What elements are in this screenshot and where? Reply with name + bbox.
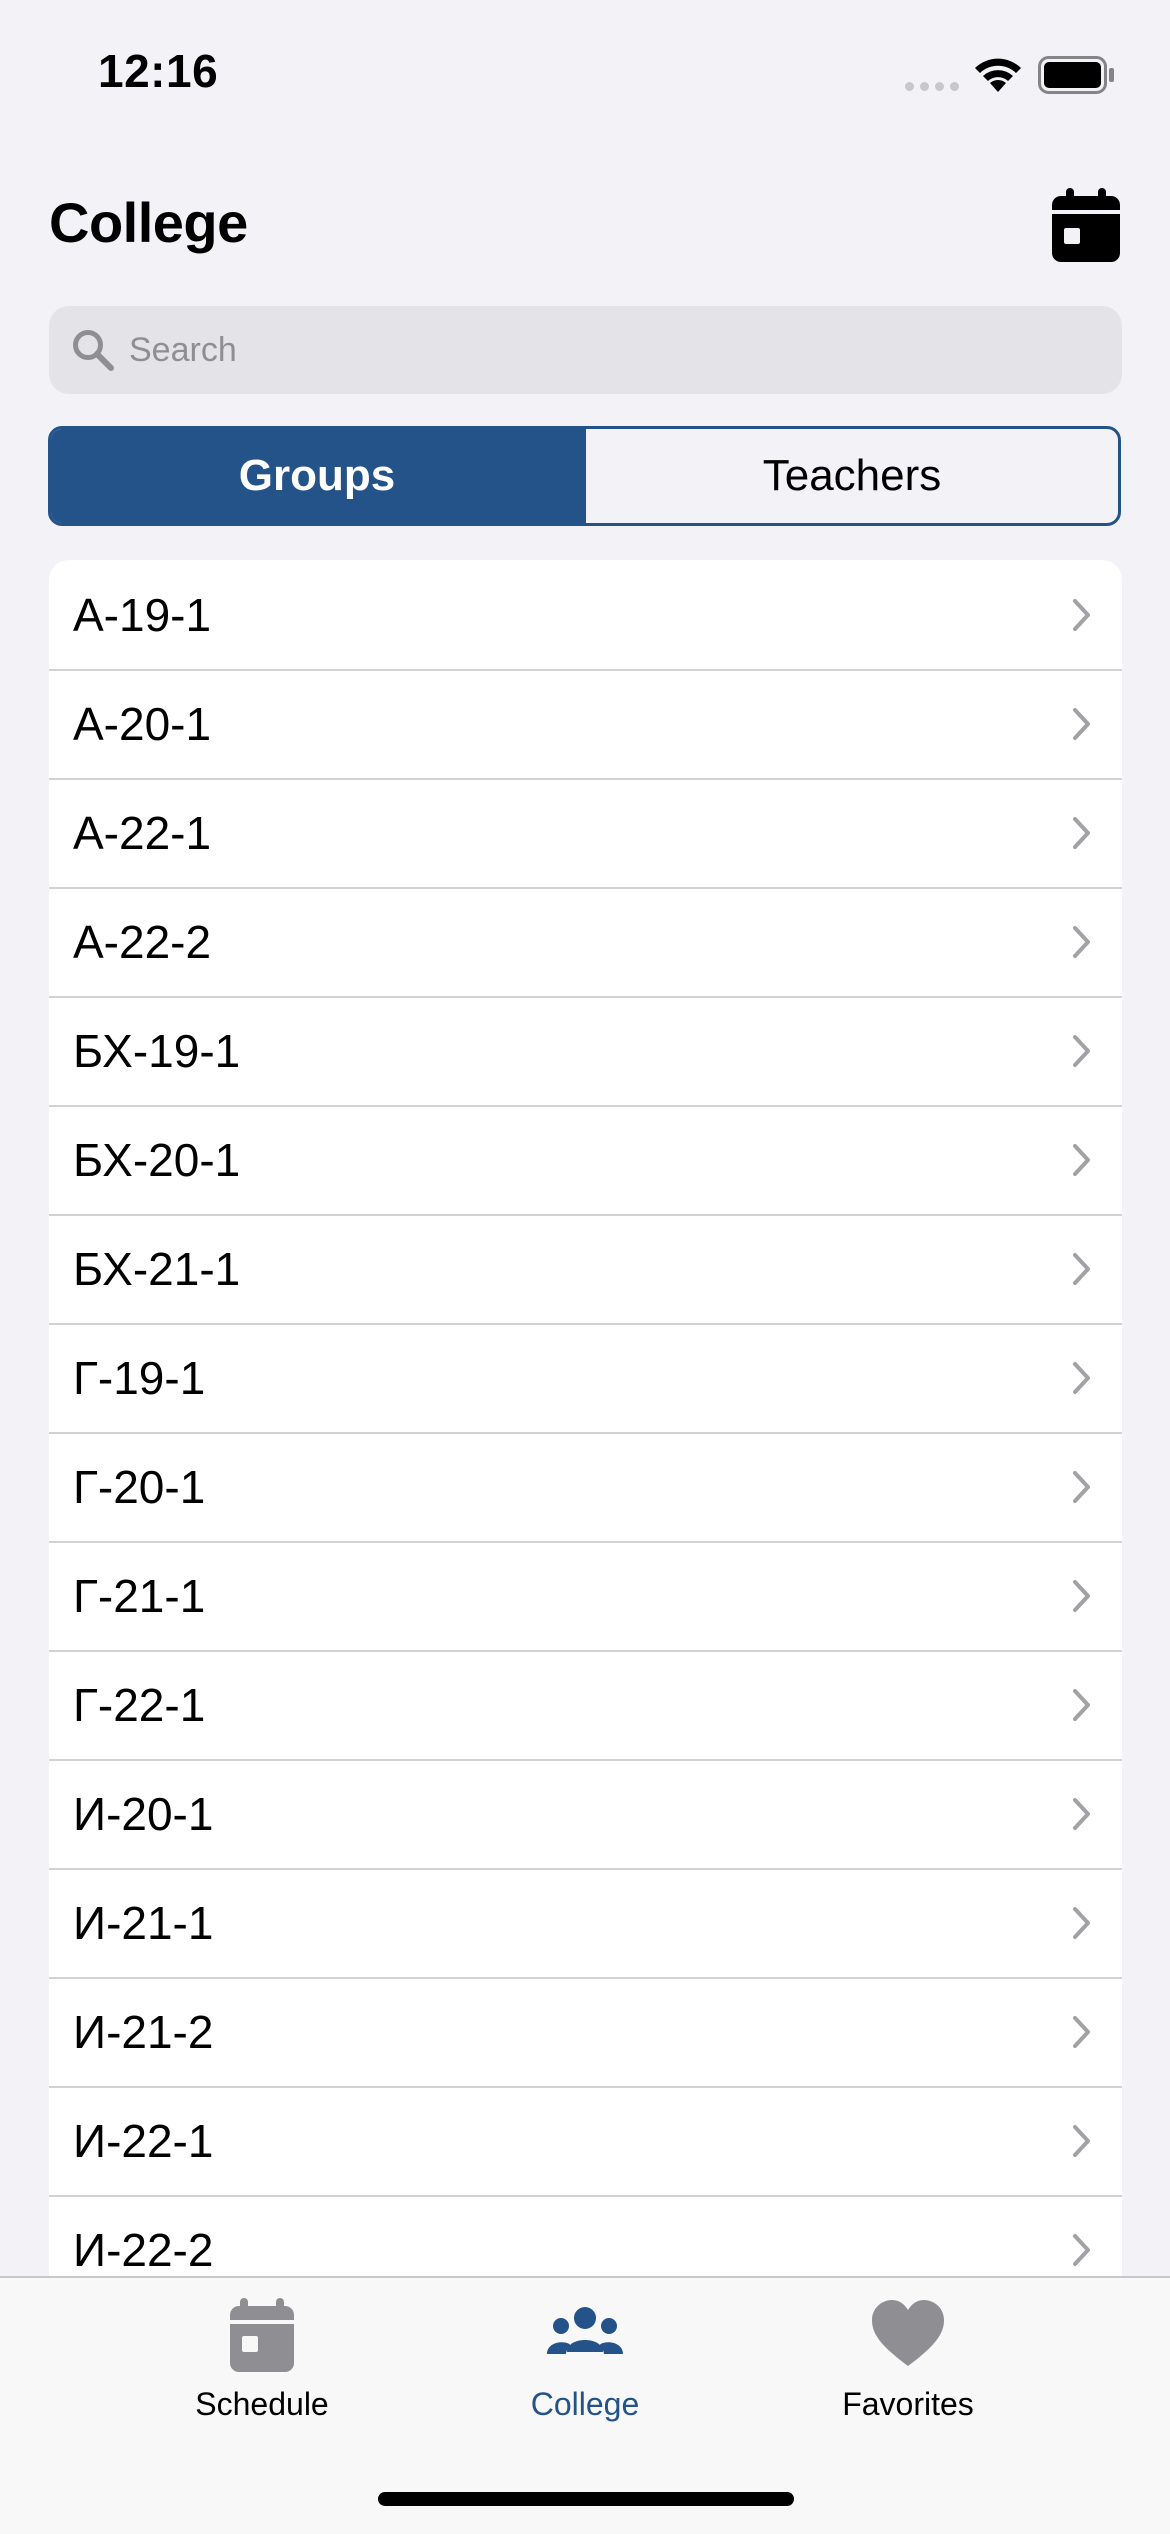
search-icon — [73, 330, 114, 371]
heart-icon — [872, 2300, 944, 2366]
chevron-right-icon — [1073, 2016, 1090, 2048]
group-name: А-19-1 — [73, 588, 212, 641]
list-item[interactable]: А-20-1 — [49, 669, 1122, 778]
calendar-tab-icon — [230, 2298, 294, 2372]
chevron-right-icon — [1073, 708, 1090, 740]
segment-teachers[interactable]: Teachers — [583, 429, 1118, 523]
chevron-right-icon — [1073, 2125, 1090, 2157]
chevron-right-icon — [1073, 1471, 1090, 1503]
chevron-right-icon — [1073, 1362, 1090, 1394]
list-item[interactable]: Г-22-1 — [49, 1650, 1122, 1759]
list-item[interactable]: Г-20-1 — [49, 1432, 1122, 1541]
calendar-button[interactable] — [1052, 188, 1120, 262]
group-name: Г-20-1 — [73, 1460, 206, 1513]
group-name: БХ-20-1 — [73, 1133, 241, 1186]
calendar-icon — [1052, 188, 1120, 262]
list-item[interactable]: И-22-1 — [49, 2086, 1122, 2195]
group-name: БХ-19-1 — [73, 1024, 241, 1077]
list-item[interactable]: И-20-1 — [49, 1759, 1122, 1868]
chevron-right-icon — [1073, 817, 1090, 849]
group-name: И-21-1 — [73, 1896, 214, 1949]
list-item[interactable]: БХ-19-1 — [49, 996, 1122, 1105]
search-bar[interactable] — [49, 306, 1122, 394]
list-item[interactable]: И-21-1 — [49, 1868, 1122, 1977]
chevron-right-icon — [1073, 1907, 1090, 1939]
search-input[interactable] — [129, 306, 1089, 394]
list-item[interactable]: БХ-21-1 — [49, 1214, 1122, 1323]
group-name: И-22-1 — [73, 2114, 214, 2167]
list-item[interactable]: Г-19-1 — [49, 1323, 1122, 1432]
chevron-right-icon — [1073, 1035, 1090, 1067]
battery-icon — [1038, 56, 1114, 94]
page-title: College — [49, 191, 248, 254]
list-item[interactable]: Г-21-1 — [49, 1541, 1122, 1650]
tab-favorites[interactable]: Favorites — [713, 2278, 1103, 2428]
people-group-icon — [547, 2307, 623, 2354]
group-name: БХ-21-1 — [73, 1242, 241, 1295]
group-name: И-22-2 — [73, 2223, 214, 2276]
chevron-right-icon — [1073, 926, 1090, 958]
chevron-right-icon — [1073, 1253, 1090, 1285]
list-item[interactable]: А-19-1 — [49, 560, 1122, 669]
group-name: И-21-2 — [73, 2005, 214, 2058]
segment-groups[interactable]: Groups — [51, 429, 583, 523]
wifi-icon — [975, 58, 1021, 92]
group-name: Г-21-1 — [73, 1569, 206, 1622]
chevron-right-icon — [1073, 1798, 1090, 1830]
list-item[interactable]: А-22-1 — [49, 778, 1122, 887]
chevron-right-icon — [1073, 599, 1090, 631]
chevron-right-icon — [1073, 1144, 1090, 1176]
list-item[interactable]: БХ-20-1 — [49, 1105, 1122, 1214]
status-bar: 12:16 — [0, 0, 1170, 140]
list-item[interactable]: И-21-2 — [49, 1977, 1122, 2086]
group-name: А-22-2 — [73, 915, 212, 968]
group-name: И-20-1 — [73, 1787, 214, 1840]
group-name: Г-19-1 — [73, 1351, 206, 1404]
chevron-right-icon — [1073, 1580, 1090, 1612]
home-indicator — [378, 2492, 794, 2506]
status-time: 12:16 — [98, 45, 219, 97]
group-name: А-20-1 — [73, 697, 212, 750]
groups-teachers-segmented-control: Groups Teachers — [48, 426, 1121, 526]
chevron-right-icon — [1073, 2234, 1090, 2266]
tab-favorites-label: Favorites — [842, 2386, 974, 2422]
list-item[interactable]: А-22-2 — [49, 887, 1122, 996]
group-name: Г-22-1 — [73, 1678, 206, 1731]
chevron-right-icon — [1073, 1689, 1090, 1721]
group-name: А-22-1 — [73, 806, 212, 859]
cellular-signal-icon — [905, 82, 959, 91]
groups-list: А-19-1 А-20-1 А-22-1 А-22-2 БХ-19-1 БХ-20-1 БХ… — [49, 560, 1122, 2304]
